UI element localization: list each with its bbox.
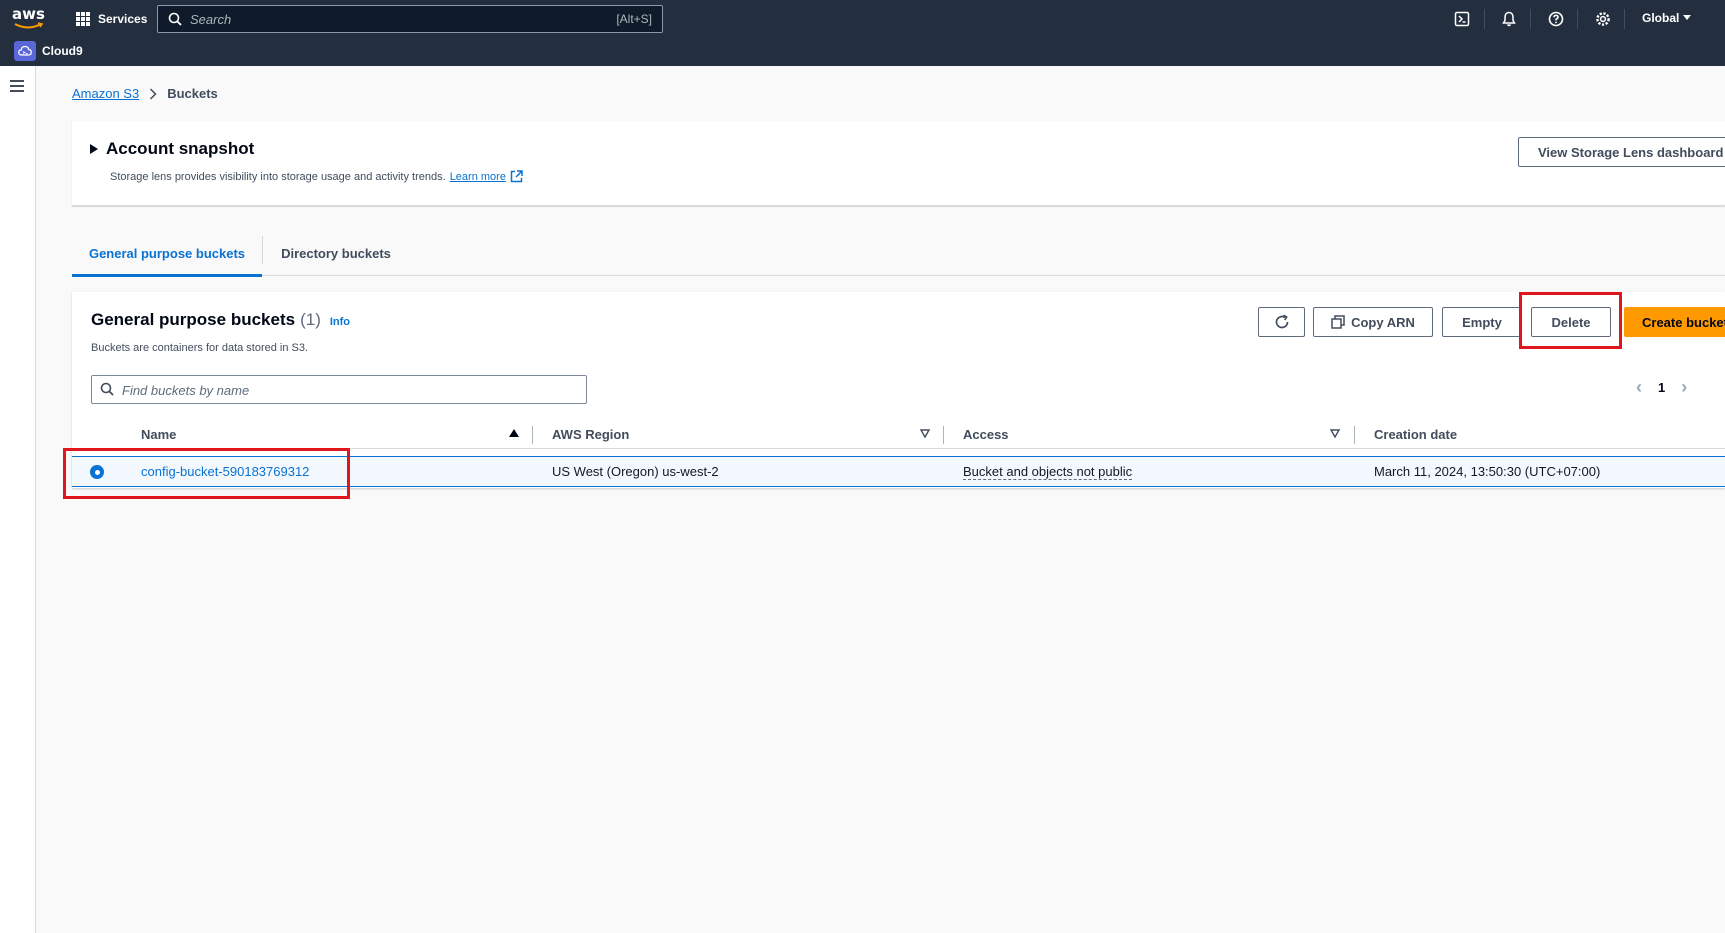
search-shortcut: [Alt+S] — [616, 12, 652, 26]
column-header-region[interactable]: AWS Region — [552, 420, 629, 449]
bucket-creation-date-cell: March 11, 2024, 13:50:30 (UTC+07:00) — [1374, 464, 1601, 479]
bucket-filter-input[interactable] — [122, 380, 562, 400]
global-search-input[interactable] — [190, 9, 570, 29]
bucket-name-cell: config-bucket-590183769312 — [141, 457, 309, 486]
panel-description: Buckets are containers for data stored i… — [91, 342, 309, 354]
breadcrumb: Amazon S3 Buckets — [72, 86, 218, 101]
chevron-left-icon[interactable]: ‹ — [1636, 378, 1642, 396]
table-header: Name AWS Region Access Creation date — [72, 420, 1725, 449]
caret-right-icon — [90, 144, 98, 154]
services-label: Services — [98, 12, 148, 26]
bucket-filter[interactable] — [91, 375, 587, 404]
sort-ascending-icon[interactable] — [509, 429, 519, 438]
create-bucket-button[interactable]: Create bucket — [1624, 307, 1725, 337]
bell-icon[interactable] — [1498, 8, 1520, 30]
help-icon[interactable] — [1545, 8, 1567, 30]
aws-smile-icon — [14, 22, 44, 29]
panel-header: General purpose buckets (1) Info — [91, 310, 350, 330]
tab-directory-buckets[interactable]: Directory buckets — [263, 230, 409, 276]
nav-divider — [1484, 9, 1485, 29]
nav-divider — [1577, 9, 1578, 29]
services-menu[interactable]: Services — [76, 10, 147, 28]
account-snapshot-title: Account snapshot — [106, 139, 255, 158]
column-header-creation-date[interactable]: Creation date — [1374, 420, 1457, 449]
bucket-access-cell: Bucket and objects not public — [963, 457, 1133, 486]
nav-divider — [1624, 9, 1625, 29]
bucket-type-tabs: General purpose buckets Directory bucket… — [72, 230, 1725, 277]
grid-icon — [76, 12, 90, 26]
bucket-name-link[interactable]: config-bucket-590183769312 — [141, 464, 309, 479]
general-purpose-buckets-panel: General purpose buckets (1) Info Buckets… — [72, 292, 1725, 488]
account-snapshot-description: Storage lens provides visibility into st… — [110, 170, 523, 183]
search-icon — [100, 382, 114, 396]
global-search[interactable]: [Alt+S] — [157, 5, 663, 33]
row-select-radio[interactable] — [90, 465, 104, 479]
tab-general-purpose-buckets[interactable]: General purpose buckets — [72, 230, 262, 277]
view-storage-lens-dashboard-button[interactable]: View Storage Lens dashboard — [1518, 137, 1725, 167]
favorite-service-cloud9[interactable]: Cloud9 — [14, 41, 83, 61]
column-header-name[interactable]: Name — [141, 420, 176, 449]
column-header-access[interactable]: Access — [963, 420, 1009, 449]
column-divider — [1354, 426, 1355, 444]
page-number[interactable]: 1 — [1658, 380, 1665, 395]
column-divider — [532, 426, 533, 444]
empty-button[interactable]: Empty — [1442, 307, 1522, 337]
copy-icon — [1331, 315, 1345, 329]
pagination: ‹ 1 › — [1636, 378, 1687, 396]
cloud9-label: Cloud9 — [42, 44, 83, 58]
panel-title: General purpose buckets — [91, 310, 296, 329]
menu-icon[interactable] — [10, 80, 24, 92]
bucket-access-value[interactable]: Bucket and objects not public — [963, 464, 1133, 480]
learn-more-link[interactable]: Learn more — [450, 171, 506, 183]
delete-button[interactable]: Delete — [1531, 307, 1611, 337]
cloudshell-icon[interactable] — [1451, 8, 1473, 30]
breadcrumb-amazon-s3[interactable]: Amazon S3 — [72, 86, 139, 101]
breadcrumb-buckets: Buckets — [167, 86, 218, 101]
refresh-button[interactable] — [1258, 307, 1305, 337]
cloud9-icon — [14, 41, 36, 61]
account-snapshot-panel: Account snapshot Storage lens provides v… — [72, 121, 1725, 206]
side-navigation-rail — [0, 66, 36, 933]
aws-logo[interactable]: aws — [12, 6, 48, 32]
chevron-right-icon[interactable]: › — [1681, 378, 1687, 396]
external-link-icon[interactable] — [510, 170, 523, 183]
top-navigation: aws Services [Alt+S] — [0, 0, 1725, 66]
copy-arn-button[interactable]: Copy ARN — [1313, 307, 1433, 337]
storage-lens-description: Storage lens provides visibility into st… — [110, 170, 446, 183]
bucket-count: (1) — [300, 310, 321, 329]
table-row[interactable]: config-bucket-590183769312 US West (Oreg… — [72, 456, 1725, 487]
gear-icon[interactable] — [1592, 8, 1614, 30]
account-snapshot-toggle[interactable]: Account snapshot — [90, 139, 254, 159]
bucket-region-cell: US West (Oregon) us-west-2 — [552, 464, 719, 479]
refresh-icon — [1275, 314, 1288, 329]
nav-divider — [1530, 9, 1531, 29]
sort-icon[interactable] — [920, 429, 930, 438]
search-icon — [168, 12, 182, 26]
info-link[interactable]: Info — [330, 316, 350, 328]
region-label: Global — [1642, 11, 1680, 25]
caret-down-icon — [1683, 15, 1692, 20]
chevron-right-icon — [150, 87, 157, 100]
column-divider — [943, 426, 944, 444]
sort-icon[interactable] — [1330, 429, 1340, 438]
region-selector[interactable]: Global — [1642, 11, 1692, 25]
copy-arn-label: Copy ARN — [1351, 314, 1415, 330]
